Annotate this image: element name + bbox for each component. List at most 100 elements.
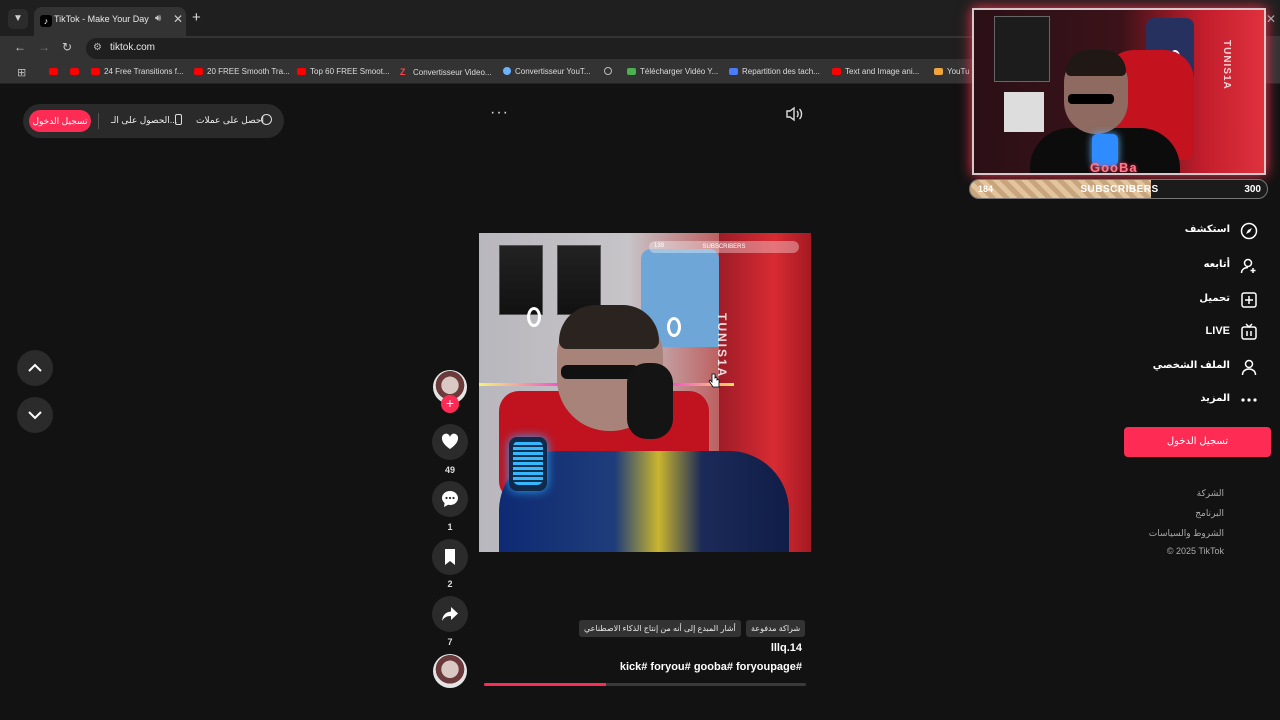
get-coins-button[interactable]: احصل على عملات (196, 115, 264, 126)
footer-program-link[interactable]: البرنامج (1195, 508, 1224, 519)
sidebar-item-label: استكشف (1184, 224, 1230, 235)
bookmark-item[interactable]: Top 60 FREE Smoot... (297, 67, 390, 79)
bookmark-item[interactable]: Télécharger Vidéo Y... (627, 67, 718, 79)
save-count: 2 (447, 579, 453, 589)
bookmark-label: Text and Image ani... (845, 67, 920, 76)
video-player[interactable]: SUBSCRIBERS 139 TUNIS1A (479, 233, 811, 552)
bookmark-globe[interactable] (604, 67, 616, 79)
microphone-glow (513, 441, 543, 485)
comment-count: 1 (447, 522, 453, 532)
tab-title: TikTok - Make Your Day (54, 14, 149, 24)
video-progress-fill (484, 683, 607, 686)
footer-copyright: © 2025 TikTok (1166, 546, 1224, 556)
comment-button[interactable] (432, 481, 468, 517)
video-subs-label: SUBSCRIBERS (702, 244, 746, 250)
person-hair (1066, 50, 1126, 76)
subscriber-current-count: 184 (978, 184, 994, 194)
youtube-icon (70, 68, 79, 75)
framed-card (499, 245, 543, 315)
hashtags[interactable]: kick# foryou# gooba# foryoupage# (600, 661, 802, 673)
sidebar-item-profile[interactable]: الملف الشخصي (1130, 356, 1270, 378)
coin-icon (261, 114, 272, 125)
follow-plus-icon[interactable]: + (441, 395, 459, 413)
site-info-icon[interactable]: ⚙ (93, 42, 102, 53)
bookmark-item[interactable]: Repartition des tach... (729, 67, 820, 79)
sidebar-item-more[interactable]: المزيد (1130, 389, 1270, 411)
video-progress-bar[interactable] (484, 683, 806, 686)
wall-text: TUNIS1A (1221, 40, 1232, 90)
share-button[interactable] (432, 596, 468, 632)
sunglasses (1068, 94, 1114, 104)
footer-terms-link[interactable]: الشروط والسياسات (1149, 528, 1224, 539)
video-subs-count: 139 (654, 243, 665, 249)
zamzar-icon: Z (400, 67, 406, 77)
bookmark-item[interactable]: 20 FREE Smooth Tra... (194, 67, 290, 79)
profile-icon (1241, 359, 1257, 376)
url-field[interactable]: ⚙ tiktok.com (86, 38, 1086, 59)
more-icon (1241, 398, 1257, 402)
more-options-button[interactable]: ··· (490, 104, 509, 122)
save-button[interactable] (432, 539, 468, 575)
wall-text: TUNIS1A (715, 313, 729, 379)
share-icon (442, 607, 458, 621)
sound-avatar[interactable] (433, 654, 467, 688)
youtube-icon (194, 68, 203, 75)
bookmark-item[interactable]: YouTu (934, 67, 970, 79)
live-tv-icon (1241, 323, 1257, 340)
window-close-icon[interactable]: ✕ (1266, 12, 1276, 26)
youtube-icon (832, 68, 841, 75)
divider (98, 113, 99, 129)
bookmark-label: Repartition des tach... (742, 67, 820, 76)
person-hair (559, 305, 659, 349)
bookmark-youtube-1[interactable] (49, 67, 62, 79)
ring-light-reflection (527, 307, 541, 327)
new-tab-button[interactable]: + (192, 9, 201, 26)
docs-icon (729, 68, 738, 75)
tab-audio-icon[interactable]: 🔊︎ (155, 13, 161, 24)
like-count: 49 (444, 465, 455, 475)
sidebar-item-label: الملف الشخصي (1152, 360, 1230, 371)
footer-company-link[interactable]: الشركة (1197, 488, 1224, 499)
compass-icon (1240, 222, 1258, 240)
apps-grid-icon[interactable]: ⊞ (17, 66, 26, 79)
bookmark-youtube-2[interactable] (70, 67, 83, 79)
subscriber-goal-bar: SUBSCRIBERS 184 300 (969, 179, 1268, 199)
ring-light-reflection (667, 317, 681, 337)
sidebar-login-button[interactable]: تسجيل الدخول (1124, 427, 1271, 457)
tab-close-icon[interactable]: ✕ (173, 12, 183, 26)
volume-icon[interactable] (785, 106, 803, 122)
video-subs-overlay: SUBSCRIBERS (649, 241, 799, 253)
webcam-overlay: TUNIS1A GooBa (972, 8, 1266, 175)
bookmark-item[interactable]: 24 Free Transitions f... (91, 67, 184, 79)
headset (627, 363, 673, 439)
bookmark-item[interactable]: Z Convertisseur Video... (400, 67, 492, 79)
bookmark-item[interactable]: Convertisseur YouT... (503, 67, 591, 79)
subscriber-goal-label: SUBSCRIBERS (1080, 184, 1159, 195)
sidebar-item-live[interactable]: LIVE (1130, 321, 1270, 343)
youtube-icon (49, 68, 58, 75)
back-icon[interactable]: ← (14, 40, 26, 54)
next-video-button[interactable] (17, 397, 53, 433)
get-app-button[interactable]: الحصول على الـ... (111, 115, 177, 126)
chevron-down-icon (28, 411, 42, 420)
bookmark-item[interactable]: Text and Image ani... (832, 67, 919, 79)
browser-tab[interactable]: ♪ TikTok - Make Your Day 🔊︎ ✕ (34, 7, 186, 36)
hand-cursor-icon (708, 373, 720, 388)
author-name[interactable]: lllq.14 (760, 642, 802, 654)
upload-icon (1241, 292, 1257, 308)
sidebar-item-explore[interactable]: استكشف (1130, 220, 1270, 242)
paid-partnership-label: شراكة مدفوعة (746, 620, 806, 637)
youtube-icon (297, 68, 306, 75)
comment-icon (442, 491, 458, 507)
chevron-up-icon (28, 363, 42, 372)
previous-video-button[interactable] (17, 350, 53, 386)
login-pill-button[interactable]: تسجيل الدخول (29, 110, 91, 132)
sidebar-item-upload[interactable]: تحميل (1130, 289, 1270, 311)
sidebar-item-following[interactable]: أتابعه (1130, 255, 1270, 277)
forward-icon[interactable]: → (38, 40, 50, 54)
bookmark-label: 24 Free Transitions f... (104, 67, 184, 76)
like-button[interactable] (432, 424, 468, 460)
tab-search-chevron-icon[interactable]: ▼ (8, 9, 28, 29)
reload-icon[interactable]: ↻ (62, 40, 72, 54)
subscriber-goal-count: 300 (1244, 184, 1261, 195)
